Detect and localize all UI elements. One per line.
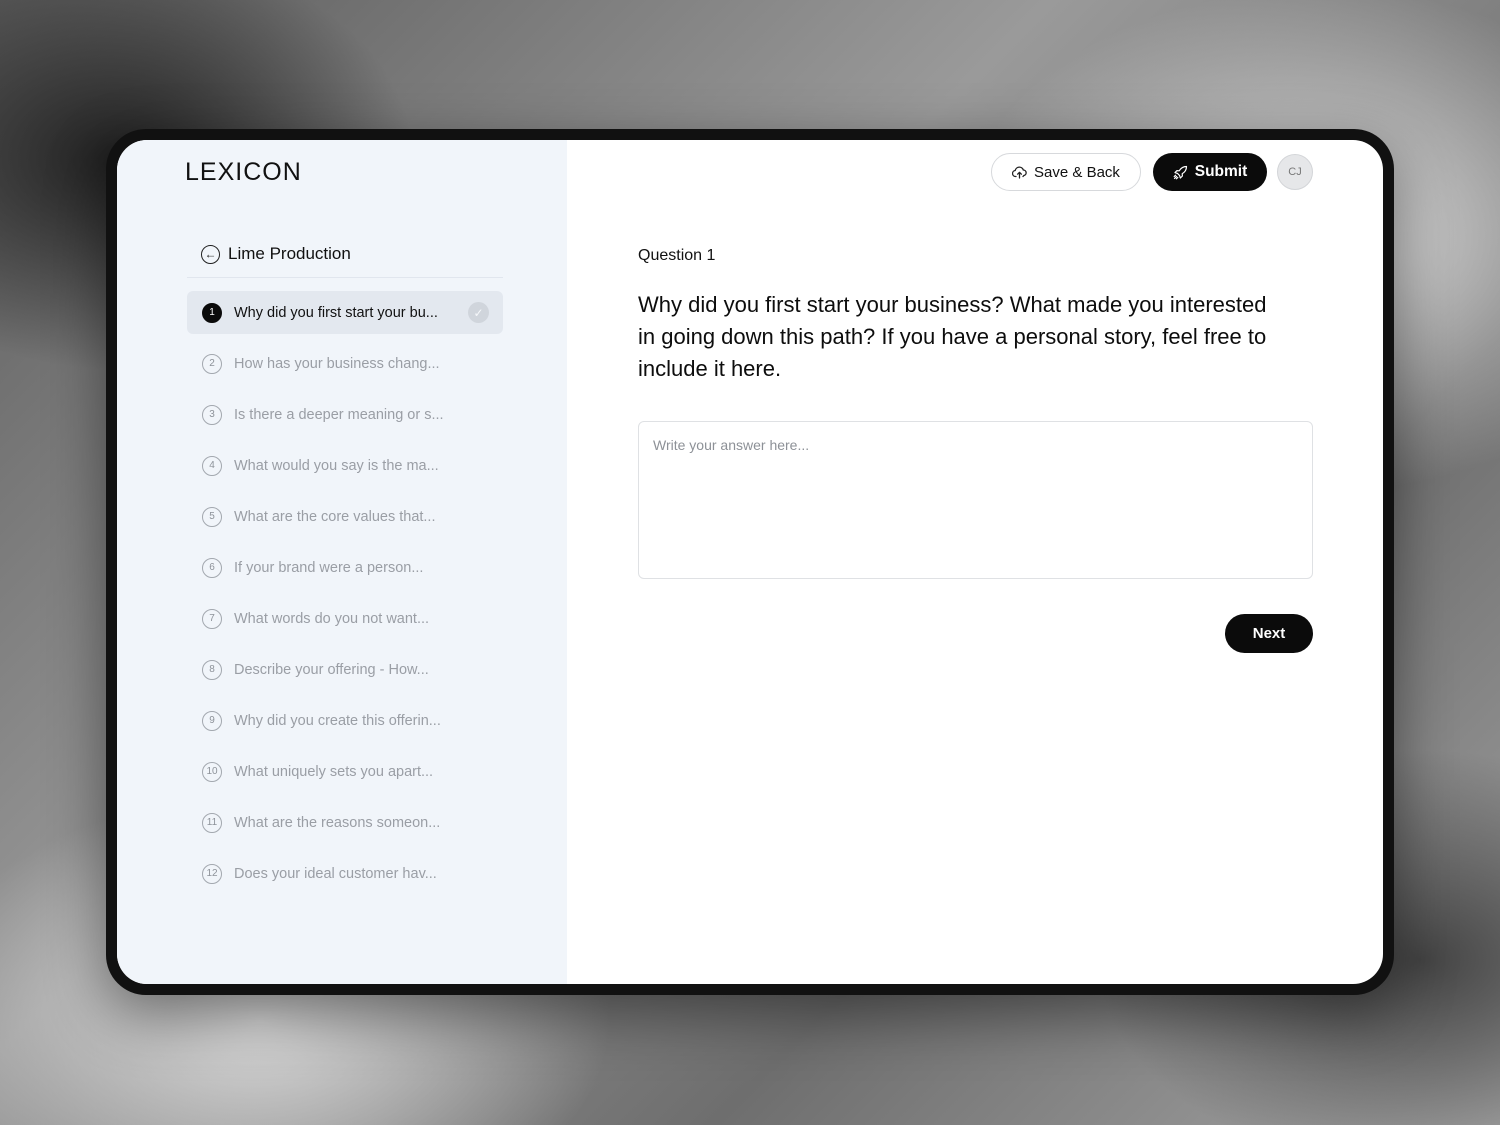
question-number-badge: 7 [202,608,222,629]
question-item-label: Is there a deeper meaning or s... [234,406,444,423]
question-number-badge: 2 [202,353,222,374]
question-number-badge: 9 [202,710,222,731]
answer-input[interactable] [638,421,1313,579]
question-item-label: Why did you first start your bu... [234,304,438,321]
save-and-back-label: Save & Back [1034,163,1120,181]
question-number-badge: 12 [202,863,222,884]
question-number-badge: 11 [202,812,222,833]
question-item-9[interactable]: 9 Why did you create this offerin... [187,699,503,742]
question-item-2[interactable]: 2 How has your business chang... [187,342,503,385]
question-item-6[interactable]: 6 If your brand were a person... [187,546,503,589]
app-screen: LEXICON ← Lime Production 1 Why did you … [117,140,1383,984]
question-number-badge: 10 [202,761,222,782]
back-to-project-link[interactable]: ← Lime Production [201,244,351,264]
question-number-badge: 8 [202,659,222,680]
cloud-upload-icon [1012,166,1027,179]
question-number-label: Question 1 [638,247,716,264]
submit-label: Submit [1194,163,1248,180]
question-text: Why did you first start your business? W… [638,292,1267,381]
question-item-7[interactable]: 7 What words do you not want... [187,597,503,640]
question-item-8[interactable]: 8 Describe your offering - How... [187,648,503,691]
question-number-badge: 4 [202,455,222,476]
question-item-label: What uniquely sets you apart... [234,763,434,780]
sidebar: LEXICON ← Lime Production 1 Why did you … [117,140,567,984]
question-item-12[interactable]: 12 Does your ideal customer hav... [187,852,503,895]
submit-button[interactable]: Submit [1153,153,1267,191]
question-item-label: Does your ideal customer hav... [234,865,437,882]
question-item-1[interactable]: 1 Why did you first start your bu... ✓ [187,291,503,334]
question-number-badge: 1 [202,302,222,323]
question-item-5[interactable]: 5 What are the core values that... [187,495,503,538]
question-number-badge: 5 [202,506,222,527]
check-icon: ✓ [468,302,489,323]
question-item-10[interactable]: 10 What uniquely sets you apart... [187,750,503,793]
question-item-label: What would you say is the ma... [234,457,439,474]
app-logo: LEXICON [185,158,302,186]
question-item-11[interactable]: 11 What are the reasons someon... [187,801,503,844]
next-button[interactable]: Next [1225,614,1313,653]
question-item-3[interactable]: 3 Is there a deeper meaning or s... [187,393,503,436]
question-item-label: How has your business chang... [234,355,440,372]
question-item-4[interactable]: 4 What would you say is the ma... [187,444,503,487]
question-item-label: What are the reasons someon... [234,814,441,831]
back-arrow-icon: ← [201,244,220,264]
question-item-label: What are the core values that... [234,508,436,525]
sidebar-divider [187,277,503,278]
device-frame: LEXICON ← Lime Production 1 Why did you … [106,129,1394,995]
question-list: 1 Why did you first start your bu... ✓ 2… [187,291,503,903]
question-number-badge: 3 [202,404,222,425]
project-name: Lime Production [228,244,351,263]
user-avatar[interactable]: CJ [1277,154,1313,190]
question-item-label: If your brand were a person... [234,559,424,576]
question-number-badge: 6 [202,557,222,578]
question-item-label: Why did you create this offerin... [234,712,441,729]
question-item-label: Describe your offering - How... [234,661,429,678]
question-item-label: What words do you not want... [234,610,430,627]
save-and-back-button[interactable]: Save & Back [991,153,1141,191]
rocket-icon [1173,165,1188,180]
